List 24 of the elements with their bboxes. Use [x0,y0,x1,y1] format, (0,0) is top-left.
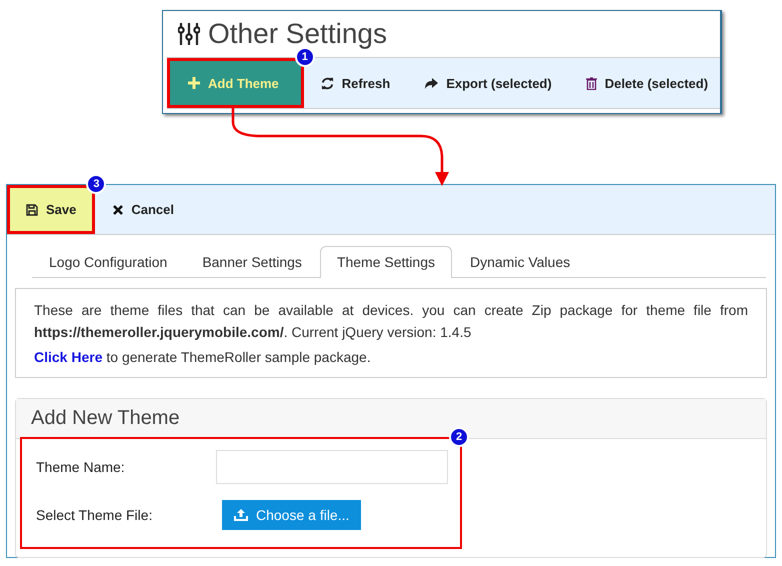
form-title: Add New Theme [31,407,180,429]
close-icon [113,204,124,214]
info-text: Click Here to generate ThemeRoller sample package. [34,349,372,365]
toolbar-button[interactable]: Export (selected) [407,58,569,108]
tab[interactable]: Banner Settings [185,246,319,277]
upload-icon [234,509,248,521]
click-here-link[interactable]: Click Here [34,349,102,365]
panel-title: Other Settings [208,18,387,50]
choose-file-button[interactable]: Choose a file... [222,500,362,530]
share-arrow-icon [424,77,438,89]
callout-badge: 2 [449,427,469,447]
tab[interactable]: Dynamic Values [453,246,588,277]
sliders-icon [178,22,200,46]
field-label: Select Theme File: [36,507,154,523]
tab[interactable]: Theme Settings [320,246,452,278]
trash-icon [586,76,597,90]
input-field[interactable] [216,450,448,484]
callout-badge: 1 [294,47,315,67]
refresh-icon [320,76,334,90]
toolbar-button[interactable]: Delete (selected) [568,58,726,108]
tab[interactable]: Logo Configuration [32,246,184,277]
callout-badge: 3 [86,174,106,194]
field-label: Theme Name: [36,459,126,475]
plus-icon [188,77,200,89]
